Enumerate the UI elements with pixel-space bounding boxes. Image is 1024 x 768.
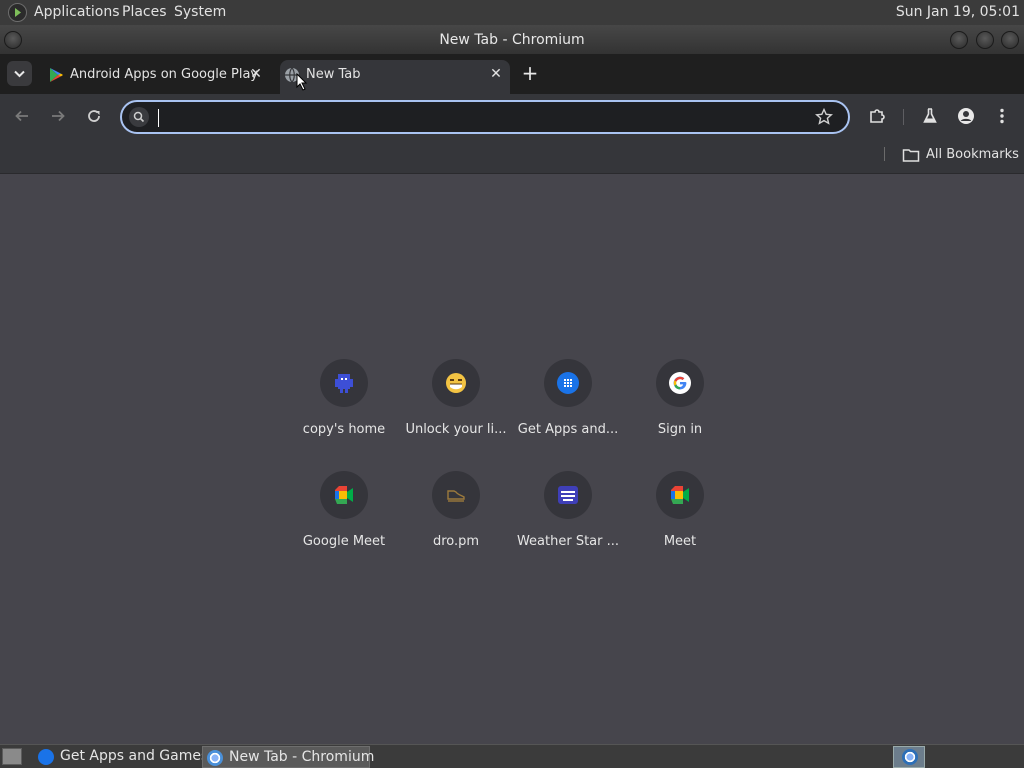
maximize-button[interactable] — [976, 31, 994, 49]
taskbar-task-chromium[interactable]: New Tab - Chromium — [202, 746, 374, 768]
meet-icon — [320, 471, 368, 519]
smiley-icon — [432, 359, 480, 407]
new-tab-page: copy's home Unlock your li... Get Apps a… — [0, 73, 1024, 744]
shortcut-label: Google Meet — [302, 534, 386, 549]
menu-system[interactable]: System — [174, 4, 226, 20]
reload-icon — [88, 110, 100, 122]
pixel-creature-icon — [320, 359, 368, 407]
tab-search-button[interactable] — [7, 61, 32, 86]
puzzle-icon — [870, 109, 885, 123]
google-play-icon — [50, 68, 63, 82]
address-input[interactable] — [156, 106, 796, 128]
top-panel: Applications Places System Sun Jan 19, 0… — [0, 0, 1024, 25]
apps-grid-icon — [544, 359, 592, 407]
kebab-menu-icon — [1000, 108, 1004, 124]
window-title: New Tab - Chromium — [439, 32, 585, 48]
task-label: Get Apps and Games — [60, 748, 209, 764]
mouse-cursor-icon — [296, 73, 308, 91]
shortcut-label: Sign in — [657, 422, 703, 437]
shortcut-tile[interactable]: Get Apps and... — [512, 349, 624, 449]
folder-icon — [902, 149, 920, 162]
task-label: New Tab - Chromium — [229, 749, 375, 765]
shortcut-tile[interactable]: dro.pm — [400, 461, 512, 561]
account-icon — [958, 108, 974, 124]
extensions-button[interactable] — [867, 106, 887, 126]
reload-button[interactable] — [84, 106, 104, 126]
all-bookmarks-label: All Bookmarks — [926, 147, 1019, 162]
show-desktop-icon[interactable] — [2, 748, 22, 765]
chevron-down-icon — [14, 70, 25, 78]
shortcut-label: Weather Star ... — [516, 534, 620, 549]
tab-strip: Android Apps on Google Play ✕ New Tab ✕ … — [0, 54, 1024, 94]
arrow-left-icon — [15, 110, 28, 122]
shortcut-label: copy's home — [302, 422, 386, 437]
text-caret — [158, 109, 159, 127]
meet-icon — [656, 471, 704, 519]
menu-places[interactable]: Places — [122, 4, 167, 20]
minimize-button[interactable] — [950, 31, 968, 49]
shortcut-label: Unlock your li... — [405, 422, 507, 437]
tab-new-tab[interactable]: New Tab ✕ — [280, 60, 510, 94]
arrow-right-icon — [52, 110, 65, 122]
shortcut-tile[interactable]: Unlock your li... — [400, 349, 512, 449]
close-tab-icon[interactable]: ✕ — [488, 66, 504, 82]
omnibox[interactable] — [120, 100, 850, 134]
weather-channel-icon — [544, 471, 592, 519]
labs-button[interactable] — [920, 106, 940, 126]
forward-button[interactable] — [48, 106, 68, 126]
flask-icon — [923, 108, 937, 123]
back-button[interactable] — [12, 106, 32, 126]
taskbar-task-get-apps[interactable]: Get Apps and Games — [34, 746, 208, 768]
shortcut-label: Get Apps and... — [517, 422, 619, 437]
workspace-switcher[interactable] — [893, 746, 925, 768]
taskbar: Get Apps and Games New Tab - Chromium — [0, 744, 1024, 768]
chromium-icon — [207, 750, 223, 766]
tab-label: New Tab — [306, 67, 361, 82]
bookmarks-bar: All Bookmarks — [0, 138, 1024, 174]
shortcut-tile[interactable]: Google Meet — [288, 461, 400, 561]
shortcut-tile[interactable]: Meet — [624, 461, 736, 561]
menu-button[interactable] — [992, 106, 1012, 126]
menu-applications[interactable]: Applications — [34, 4, 120, 20]
tab-android-apps[interactable]: Android Apps on Google Play ✕ — [44, 60, 270, 94]
clock[interactable]: Sun Jan 19, 05:01 — [896, 4, 1020, 20]
toolbar — [0, 94, 1024, 138]
profile-button[interactable] — [956, 106, 976, 126]
close-tab-icon[interactable]: ✕ — [248, 66, 264, 82]
shortcut-label: dro.pm — [432, 534, 480, 549]
search-icon — [129, 107, 149, 127]
apps-grid-icon — [38, 749, 54, 765]
tab-label: Android Apps on Google Play — [70, 67, 259, 82]
applications-logo-icon[interactable] — [8, 3, 27, 22]
google-g-icon — [656, 359, 704, 407]
bookmarks-separator — [884, 147, 885, 161]
shortcut-tile[interactable]: copy's home — [288, 349, 400, 449]
shortcut-tile[interactable]: Sign in — [624, 349, 736, 449]
bookmark-star-icon[interactable] — [814, 107, 834, 127]
close-window-button[interactable] — [1001, 31, 1019, 49]
window-titlebar[interactable]: New Tab - Chromium — [0, 25, 1024, 54]
toolbar-divider — [903, 109, 904, 125]
shoe-icon — [432, 471, 480, 519]
new-tab-button[interactable]: + — [519, 63, 541, 85]
chromium-icon — [902, 749, 918, 765]
shortcut-tile[interactable]: Weather Star ... — [512, 461, 624, 561]
shortcut-label: Meet — [663, 534, 697, 549]
